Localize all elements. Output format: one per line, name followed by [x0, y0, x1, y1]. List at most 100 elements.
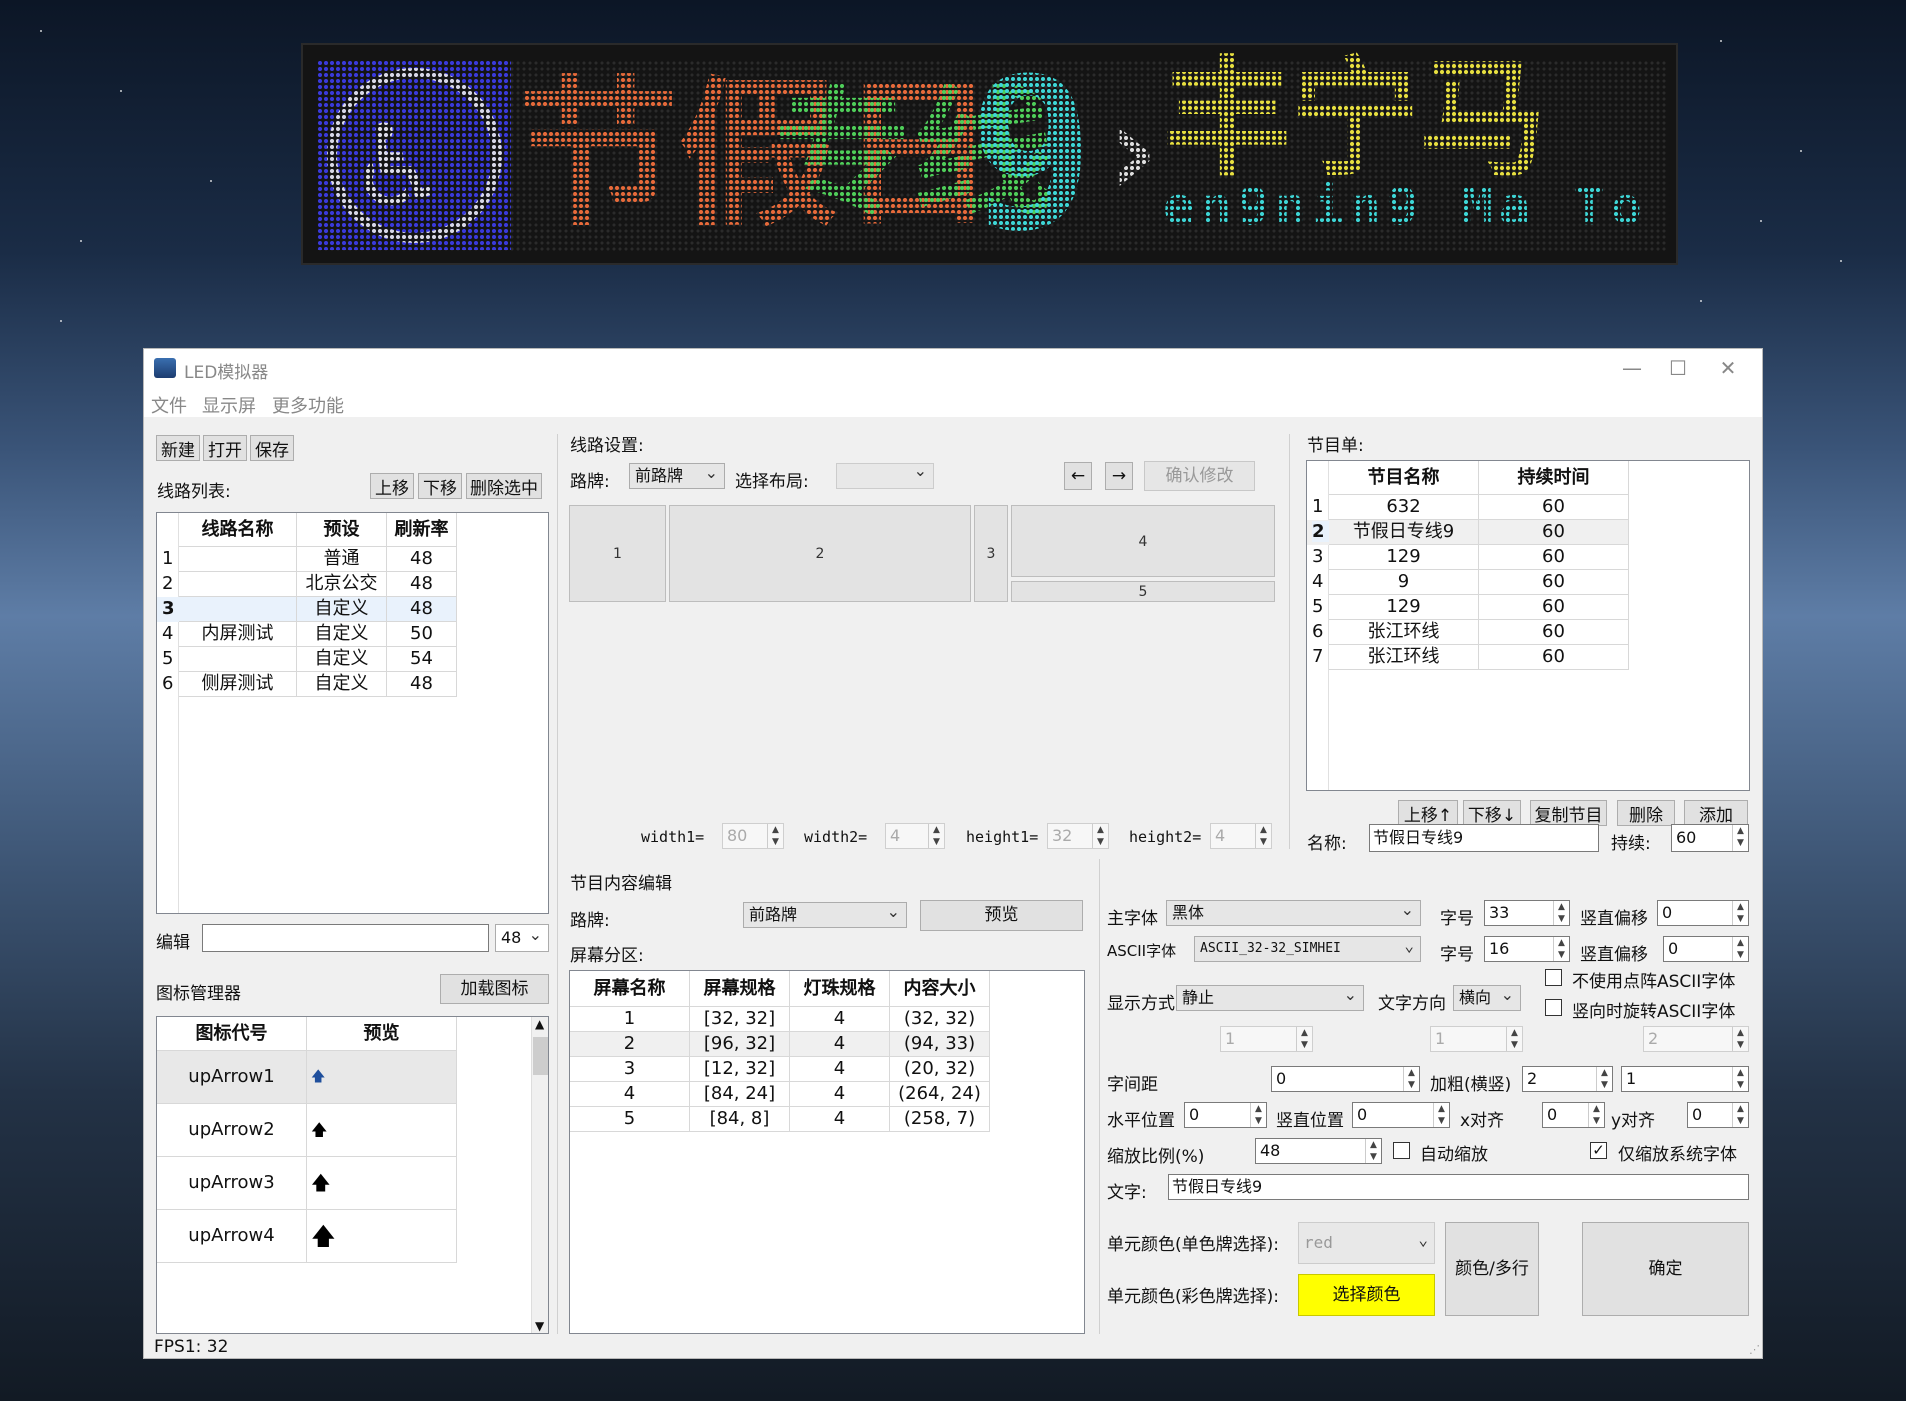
cell-program-name[interactable]: 张江环线 [1329, 620, 1479, 645]
layout-zone-1[interactable]: 1 [569, 505, 666, 602]
cell-program-name[interactable]: 张江环线 [1329, 645, 1479, 670]
cell-line-name[interactable] [179, 647, 297, 672]
table-row[interactable]: 2 北京公交 48 [157, 572, 457, 597]
cell-duration[interactable]: 60 [1479, 595, 1629, 620]
partition-row[interactable]: 2 [96, 32] 4 (94, 33) [570, 1032, 990, 1057]
close-button[interactable]: ✕ [1706, 353, 1750, 383]
resize-grip-icon[interactable]: ⋰ [1749, 1343, 1760, 1356]
v-offset-spin[interactable]: 0 ▲ ▼ [1657, 900, 1749, 926]
mono-color-combo[interactable]: red [1298, 1222, 1435, 1264]
new-button[interactable]: 新建 [156, 435, 200, 461]
cell-duration[interactable]: 60 [1479, 570, 1629, 595]
open-button[interactable]: 打开 [203, 435, 247, 461]
cell-duration[interactable]: 60 [1479, 620, 1629, 645]
table-row[interactable]: 6 侧屏测试 自定义 48 [157, 672, 457, 697]
delete-selected-button[interactable]: 删除选中 [466, 473, 542, 499]
add-program-button[interactable]: 添加 [1684, 800, 1748, 826]
bold-v-spin[interactable]: 1 ▲ ▼ [1621, 1066, 1749, 1092]
delete-program-button[interactable]: 删除 [1617, 800, 1675, 826]
char-spacing-spin[interactable]: 0 ▲ ▼ [1271, 1066, 1420, 1092]
program-down-button[interactable]: 下移↓ [1463, 800, 1521, 826]
cell-program-name[interactable]: 节假日专线9 [1329, 520, 1479, 545]
col-header-content-size[interactable]: 内容大小 [890, 971, 990, 1007]
text-input[interactable]: 节假日专线9 [1168, 1174, 1749, 1200]
arrow-right-button[interactable]: → [1105, 462, 1133, 490]
col-header-program-name[interactable]: 节目名称 [1329, 461, 1479, 495]
ascii-size-spin[interactable]: 16 ▲ ▼ [1484, 936, 1570, 962]
title-bar[interactable]: LED模拟器 — ☐ ✕ [144, 349, 1762, 387]
table-row[interactable]: 4 内屏测试 自定义 50 [157, 622, 457, 647]
col-header-bead-spec[interactable]: 灯珠规格 [790, 971, 890, 1007]
cell-duration[interactable]: 60 [1479, 645, 1629, 670]
col-header-refresh[interactable]: 刷新率 [387, 513, 457, 547]
cell-preset[interactable]: 北京公交 [297, 572, 387, 597]
partition-row[interactable]: 5 [84, 8] 4 (258, 7) [570, 1107, 990, 1132]
program-row[interactable]: 6 张江环线 60 [1307, 620, 1629, 645]
preview-button[interactable]: 预览 [920, 900, 1083, 931]
layout-zone-2[interactable]: 2 [669, 505, 971, 602]
program-name-input[interactable]: 节假日专线9 [1369, 824, 1599, 852]
menu-screen[interactable]: 显示屏 [202, 392, 256, 418]
disabled-spin-2[interactable]: 1 ▲ ▼ [1430, 1026, 1523, 1052]
cell-preset[interactable]: 自定义 [297, 597, 387, 622]
only-system-font-checkbox[interactable]: ✓ [1590, 1142, 1607, 1159]
sign2-combo[interactable]: 前路牌 [743, 902, 907, 928]
cell-refresh-rate[interactable]: 50 [387, 622, 457, 647]
program-row[interactable]: 1 632 60 [1307, 495, 1629, 520]
program-row[interactable]: 3 129 60 [1307, 545, 1629, 570]
program-row[interactable]: 7 张江环线 60 [1307, 645, 1629, 670]
col-header-icon-code[interactable]: 图标代号 [157, 1017, 307, 1051]
edit-combo[interactable]: 48 [495, 924, 549, 952]
layout-zone-5[interactable]: 5 [1011, 581, 1275, 602]
table-row[interactable]: 1 普通 48 [157, 547, 457, 572]
cell-line-name[interactable]: 内屏测试 [179, 622, 297, 647]
disabled-spin-3[interactable]: 2 ▲ ▼ [1643, 1026, 1749, 1052]
load-icon-button[interactable]: 加载图标 [440, 974, 549, 1004]
cell-preset[interactable]: 自定义 [297, 622, 387, 647]
width2-spin[interactable]: 4 ▲ ▼ [885, 823, 945, 849]
chevron-down-icon[interactable]: ▼ [535, 1319, 544, 1333]
text-dir-combo[interactable]: 横向 [1453, 985, 1521, 1011]
edit-input[interactable] [202, 924, 489, 952]
cell-refresh-rate[interactable]: 48 [387, 547, 457, 572]
duration-spin[interactable]: 60 ▲ ▼ [1671, 824, 1749, 852]
col-header-preview[interactable]: 预览 [307, 1017, 457, 1051]
program-up-button[interactable]: 上移↑ [1398, 800, 1458, 826]
col-header-screen-spec[interactable]: 屏幕规格 [690, 971, 790, 1007]
maximize-button[interactable]: ☐ [1656, 353, 1700, 383]
cell-duration[interactable]: 60 [1479, 495, 1629, 520]
rotate-ascii-checkbox[interactable] [1545, 999, 1562, 1016]
icon-row[interactable]: upArrow4 🡅 [157, 1210, 457, 1263]
copy-program-button[interactable]: 复制节目 [1530, 800, 1607, 826]
no-dot-ascii-checkbox[interactable] [1545, 969, 1562, 986]
cell-preset[interactable]: 自定义 [297, 647, 387, 672]
height1-spin[interactable]: 32 ▲ ▼ [1047, 823, 1109, 849]
menu-file[interactable]: 文件 [151, 392, 187, 418]
cell-duration[interactable]: 60 [1479, 545, 1629, 570]
cell-refresh-rate[interactable]: 48 [387, 672, 457, 697]
line-up-button[interactable]: 上移 [370, 473, 414, 499]
program-row[interactable]: 5 129 60 [1307, 595, 1629, 620]
menu-more[interactable]: 更多功能 [272, 392, 344, 418]
cell-program-name[interactable]: 129 [1329, 545, 1479, 570]
bold-h-spin[interactable]: 2 ▲ ▼ [1522, 1066, 1613, 1092]
col-header-screen-name[interactable]: 屏幕名称 [570, 971, 690, 1007]
partition-row[interactable]: 3 [12, 32] 4 (20, 32) [570, 1057, 990, 1082]
font-size-spin[interactable]: 33 ▲ ▼ [1484, 900, 1570, 926]
cell-program-name[interactable]: 9 [1329, 570, 1479, 595]
scale-spin[interactable]: 48 ▲ ▼ [1255, 1138, 1382, 1164]
layout-zone-3[interactable]: 3 [974, 505, 1008, 602]
y-align-spin[interactable]: 0 ▲ ▼ [1687, 1102, 1749, 1128]
choose-color-button[interactable]: 选择颜色 [1298, 1274, 1435, 1316]
x-align-spin[interactable]: 0 ▲ ▼ [1542, 1102, 1605, 1128]
col-header-duration[interactable]: 持续时间 [1479, 461, 1629, 495]
cell-preset[interactable]: 自定义 [297, 672, 387, 697]
cell-duration[interactable]: 60 [1479, 520, 1629, 545]
confirm-modify-button[interactable]: 确认修改 [1144, 461, 1255, 491]
width1-spin[interactable]: 80 ▲ ▼ [722, 823, 784, 849]
save-button[interactable]: 保存 [250, 435, 294, 461]
icon-row[interactable]: upArrow1 🡅 [157, 1051, 457, 1104]
main-font-combo[interactable]: 黑体 [1166, 900, 1421, 926]
layout-zone-4[interactable]: 4 [1011, 505, 1275, 577]
color-multiline-button[interactable]: 颜色/多行 [1445, 1222, 1539, 1316]
